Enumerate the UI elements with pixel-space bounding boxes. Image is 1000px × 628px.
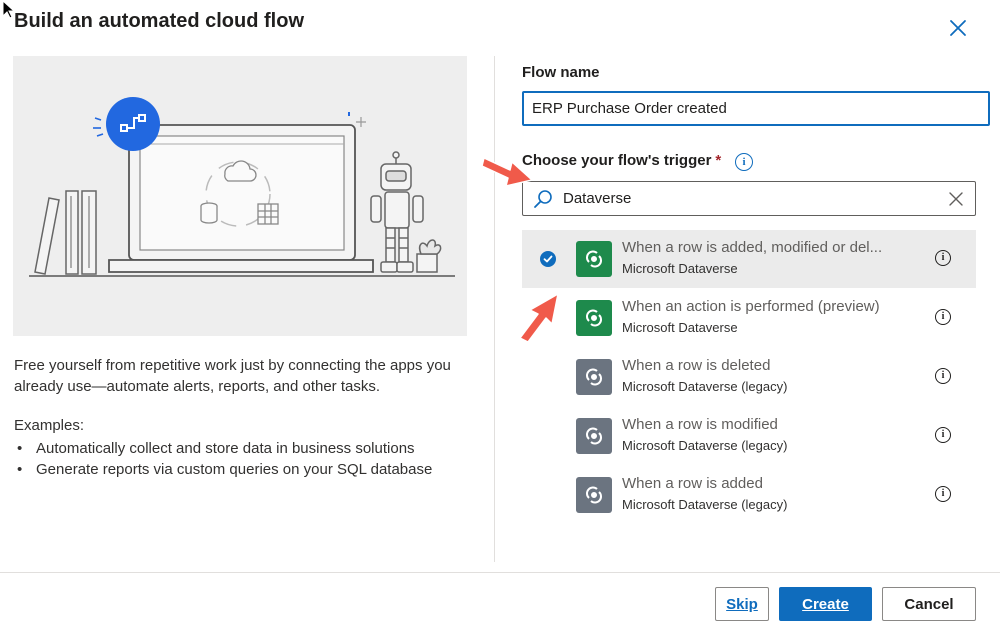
dataverse-legacy-icon (576, 477, 612, 513)
flow-name-input[interactable] (522, 91, 990, 126)
trigger-search-input[interactable] (563, 182, 933, 215)
dataverse-legacy-icon (576, 418, 612, 454)
trigger-connector: Microsoft Dataverse (622, 261, 738, 276)
dataverse-legacy-icon (576, 359, 612, 395)
trigger-search-box[interactable] (522, 181, 976, 216)
trigger-title: When a row is added (622, 475, 763, 492)
examples-list: Automatically collect and store data in … (14, 438, 432, 480)
illustration-panel (13, 56, 467, 336)
required-asterisk: * (715, 152, 722, 169)
vertical-divider (494, 56, 495, 562)
example-item: Automatically collect and store data in … (14, 438, 432, 459)
flow-name-label: Flow name (522, 64, 600, 81)
trigger-connector: Microsoft Dataverse (legacy) (622, 497, 788, 512)
trigger-option[interactable]: When a row is deleted Microsoft Datavers… (522, 348, 976, 406)
trigger-connector: Microsoft Dataverse (legacy) (622, 379, 788, 394)
trigger-option[interactable]: When a row is modified Microsoft Dataver… (522, 407, 976, 465)
dataverse-icon (576, 300, 612, 336)
close-icon[interactable] (944, 14, 972, 42)
description-text: Free yourself from repetitive work just … (14, 357, 451, 395)
trigger-title: When an action is performed (preview) (622, 298, 880, 315)
trigger-option[interactable]: When a row is added Microsoft Dataverse … (522, 466, 976, 524)
trigger-title: When a row is modified (622, 416, 778, 433)
info-icon[interactable]: i (935, 309, 951, 325)
trigger-title: When a row is deleted (622, 357, 771, 374)
trigger-label-text: Choose your flow's trigger (522, 152, 712, 169)
info-icon[interactable]: i (935, 486, 951, 502)
dataverse-icon (576, 241, 612, 277)
info-icon[interactable]: i (935, 427, 951, 443)
trigger-connector: Microsoft Dataverse (622, 320, 738, 335)
annotation-arrow-icon (481, 157, 533, 187)
footer-divider (0, 572, 1000, 573)
trigger-option[interactable]: When an action is performed (preview) Mi… (522, 289, 976, 347)
info-icon[interactable]: i (935, 250, 951, 266)
trigger-connector: Microsoft Dataverse (legacy) (622, 438, 788, 453)
clear-search-icon[interactable] (947, 190, 965, 208)
laptop-illustration (29, 97, 455, 277)
info-icon[interactable]: i (735, 153, 753, 171)
example-item: Generate reports via custom queries on y… (14, 459, 432, 480)
trigger-option[interactable]: When a row is added, modified or del... … (522, 230, 976, 288)
trigger-title: When a row is added, modified or del... (622, 239, 883, 256)
skip-button[interactable]: Skip (715, 587, 769, 621)
create-button[interactable]: Create (779, 587, 872, 621)
trigger-label: Choose your flow's trigger * (522, 152, 721, 169)
selected-check-icon (540, 251, 556, 267)
cancel-button[interactable]: Cancel (882, 587, 976, 621)
annotation-arrow-icon (519, 293, 559, 343)
dialog-title: Build an automated cloud flow (14, 10, 304, 32)
examples-label: Examples: (14, 417, 85, 434)
info-icon[interactable]: i (935, 368, 951, 384)
